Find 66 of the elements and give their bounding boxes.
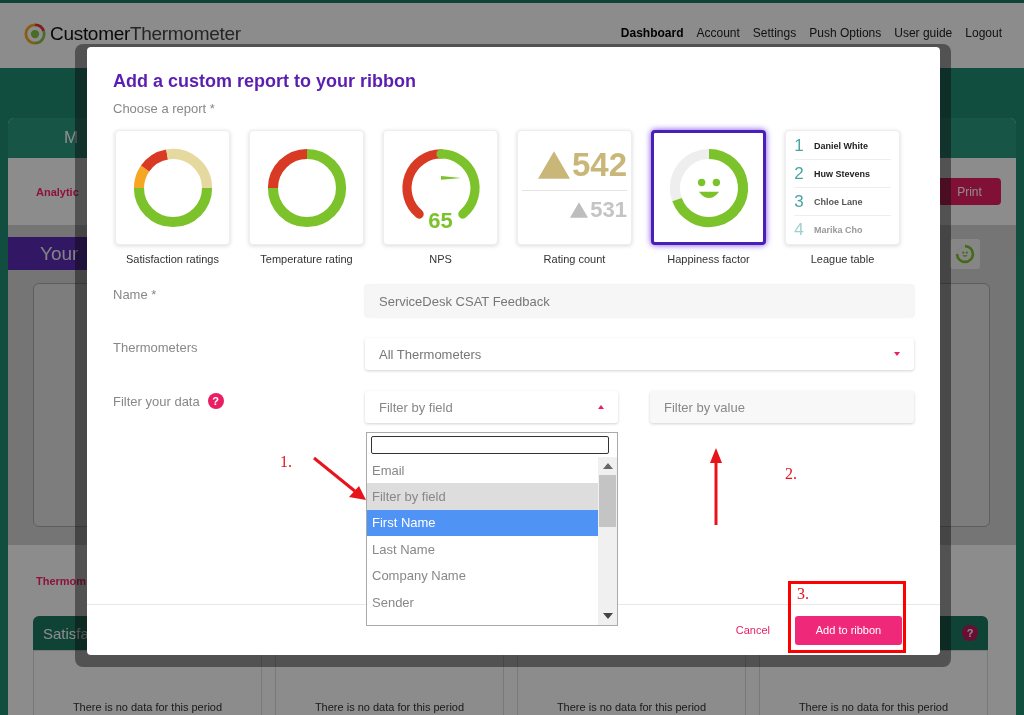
modal-title: Add a custom report to your ribbon [113,71,417,92]
dropdown-option[interactable]: Sender [367,588,598,616]
report-label: Temperature rating [260,253,353,265]
count-value: 531 [590,197,627,223]
nav-link[interactable]: User guide [894,26,953,41]
dropdown-search-field[interactable] [371,436,609,454]
field-label: Choose a report * [113,101,216,116]
nps-score: 65 [427,208,454,234]
dropdown-option[interactable]: Company Name [367,562,598,589]
logo-icon [24,23,46,45]
dropdown-option[interactable]: First Name [367,509,598,537]
report-tile[interactable]: 1 Daniel White 2 Huw Stevens 3 Chloe Lane 4 Marika Cho [785,130,900,245]
empty-message: There is no data for this period [556,701,707,715]
rank-number: 2 [794,163,804,184]
annotation-label: 1. [280,453,292,471]
dropdown-option[interactable]: Email [367,457,598,484]
tab[interactable]: M [64,128,79,148]
annotation-arrow [312,456,368,502]
field-label: Thermometers [113,340,198,355]
rank-number: 1 [794,135,804,156]
empty-message: There is no data for this period [798,701,949,715]
report-tile[interactable]: 542 531 [517,130,632,245]
nav-link[interactable]: Dashboard [620,26,684,41]
triangle-icon [537,151,570,179]
report-bar-title: Your [40,242,79,265]
player-name: Huw Stevens [814,168,871,179]
count-value: 542 [571,146,627,184]
filter-field-select[interactable]: Filter by field [365,391,618,423]
dropdown-option[interactable]: Last Name [367,536,598,563]
player-name: Daniel White [814,140,868,151]
report-label: Satisfaction ratings [126,253,219,265]
empty-message: There is no data for this period [314,701,465,715]
annotation-label: 2. [785,465,797,483]
section-title: Thermom [36,575,87,587]
dropdown-option[interactable]: Filter by field [367,483,598,510]
filter-value-field[interactable]: Filter by value [650,391,914,423]
nav-link[interactable]: Push Options [809,26,882,41]
logo-text: CustomerThermometer [50,23,241,45]
nav-link[interactable]: Account [696,26,740,41]
happiness-icon[interactable] [950,238,980,269]
help-icon[interactable]: ? [207,393,224,409]
rank-number: 4 [794,219,804,240]
report-label: Rating count [543,253,606,265]
add-to-ribbon-button[interactable]: Add to ribbon [795,615,902,645]
thermometer-select[interactable]: All Thermometers [365,338,914,370]
report-tile[interactable] [651,130,766,245]
rank-number: 3 [794,191,804,212]
player-name: Chloe Lane [814,196,863,207]
annotation-label: 3. [797,585,809,603]
nav-link[interactable]: Logout [965,26,1002,41]
cancel-button[interactable]: Cancel [735,624,770,636]
section-title: Analytic [36,185,79,198]
triangle-icon [570,202,589,218]
nav-link[interactable]: Settings [752,26,797,41]
empty-message: There is no data for this period [72,701,223,715]
player-name: Marika Cho [814,224,863,235]
report-label: Happiness factor [667,253,750,265]
scrollbar[interactable] [598,457,617,625]
card-title: Satisfa [43,624,89,642]
field-label: Name * [113,287,157,302]
print-button[interactable]: Print [938,178,1001,205]
report-label: NPS [429,253,452,265]
report-tile[interactable]: 65 [383,130,498,245]
field-label: Filter your data [113,393,200,409]
report-label: League table [810,253,875,265]
help-icon[interactable]: ? [962,625,978,641]
